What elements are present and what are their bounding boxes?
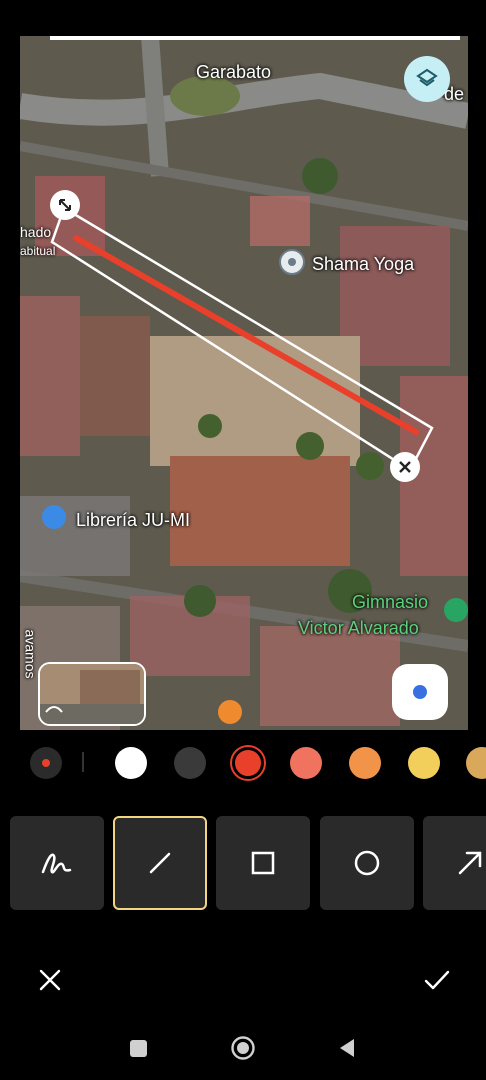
tool-circle[interactable]	[320, 816, 414, 910]
color-swatch-gray[interactable]	[174, 747, 206, 779]
edit-canvas[interactable]: Garabato de Shama Yoga hado abitual Libr…	[20, 36, 468, 730]
nav-back-button[interactable]	[334, 1036, 358, 1060]
color-swatch-yellow[interactable]	[408, 747, 440, 779]
color-swatch-red-selected[interactable]	[232, 747, 264, 779]
pen-scribble-icon	[41, 853, 72, 874]
arrow-icon	[458, 851, 482, 875]
recents-icon	[129, 1039, 147, 1057]
map-label-libreria: Librería JU-MI	[76, 510, 191, 530]
circle-icon	[354, 850, 380, 876]
color-swatch-orange[interactable]	[349, 747, 381, 779]
map-label-shama-yoga: Shama Yoga	[312, 254, 415, 274]
map-label-abitual: abitual	[20, 244, 56, 258]
line-icon	[149, 852, 171, 874]
map-label-avamos: avamos	[22, 629, 39, 679]
layers-button[interactable]	[404, 56, 450, 102]
resize-handle-icon[interactable]	[50, 190, 80, 220]
tool-line[interactable]	[113, 816, 207, 910]
home-icon	[231, 1036, 255, 1060]
color-swatch-gold[interactable]	[466, 747, 486, 779]
color-swatch-salmon[interactable]	[290, 747, 322, 779]
map-label-hado: hado	[20, 224, 52, 240]
tool-arrow[interactable]	[423, 816, 486, 910]
color-palette	[0, 740, 486, 786]
confirm-button[interactable]	[420, 964, 454, 996]
my-location-button[interactable]	[392, 664, 448, 720]
map-label-gimnasio: Gimnasio	[352, 592, 429, 612]
current-brush-indicator[interactable]	[30, 747, 62, 779]
palette-divider	[82, 752, 84, 772]
close-icon	[39, 969, 61, 991]
tool-pen[interactable]	[10, 816, 104, 910]
back-icon	[340, 1039, 354, 1057]
check-icon	[424, 970, 450, 990]
street-view-thumbnail[interactable]	[38, 662, 146, 726]
cancel-button[interactable]	[34, 964, 66, 996]
nav-recents-button[interactable]	[126, 1036, 150, 1060]
map-label-garabato: Garabato	[196, 62, 272, 82]
color-swatch-white[interactable]	[115, 747, 147, 779]
map-label-victor-alvarado: Victor Alvarado	[298, 618, 419, 638]
delete-shape-icon[interactable]	[390, 452, 420, 482]
layers-icon	[416, 68, 438, 87]
my-location-icon	[413, 685, 427, 699]
tool-rectangle[interactable]	[216, 816, 310, 910]
nav-home-button[interactable]	[229, 1034, 257, 1062]
rectangle-icon	[251, 851, 275, 875]
